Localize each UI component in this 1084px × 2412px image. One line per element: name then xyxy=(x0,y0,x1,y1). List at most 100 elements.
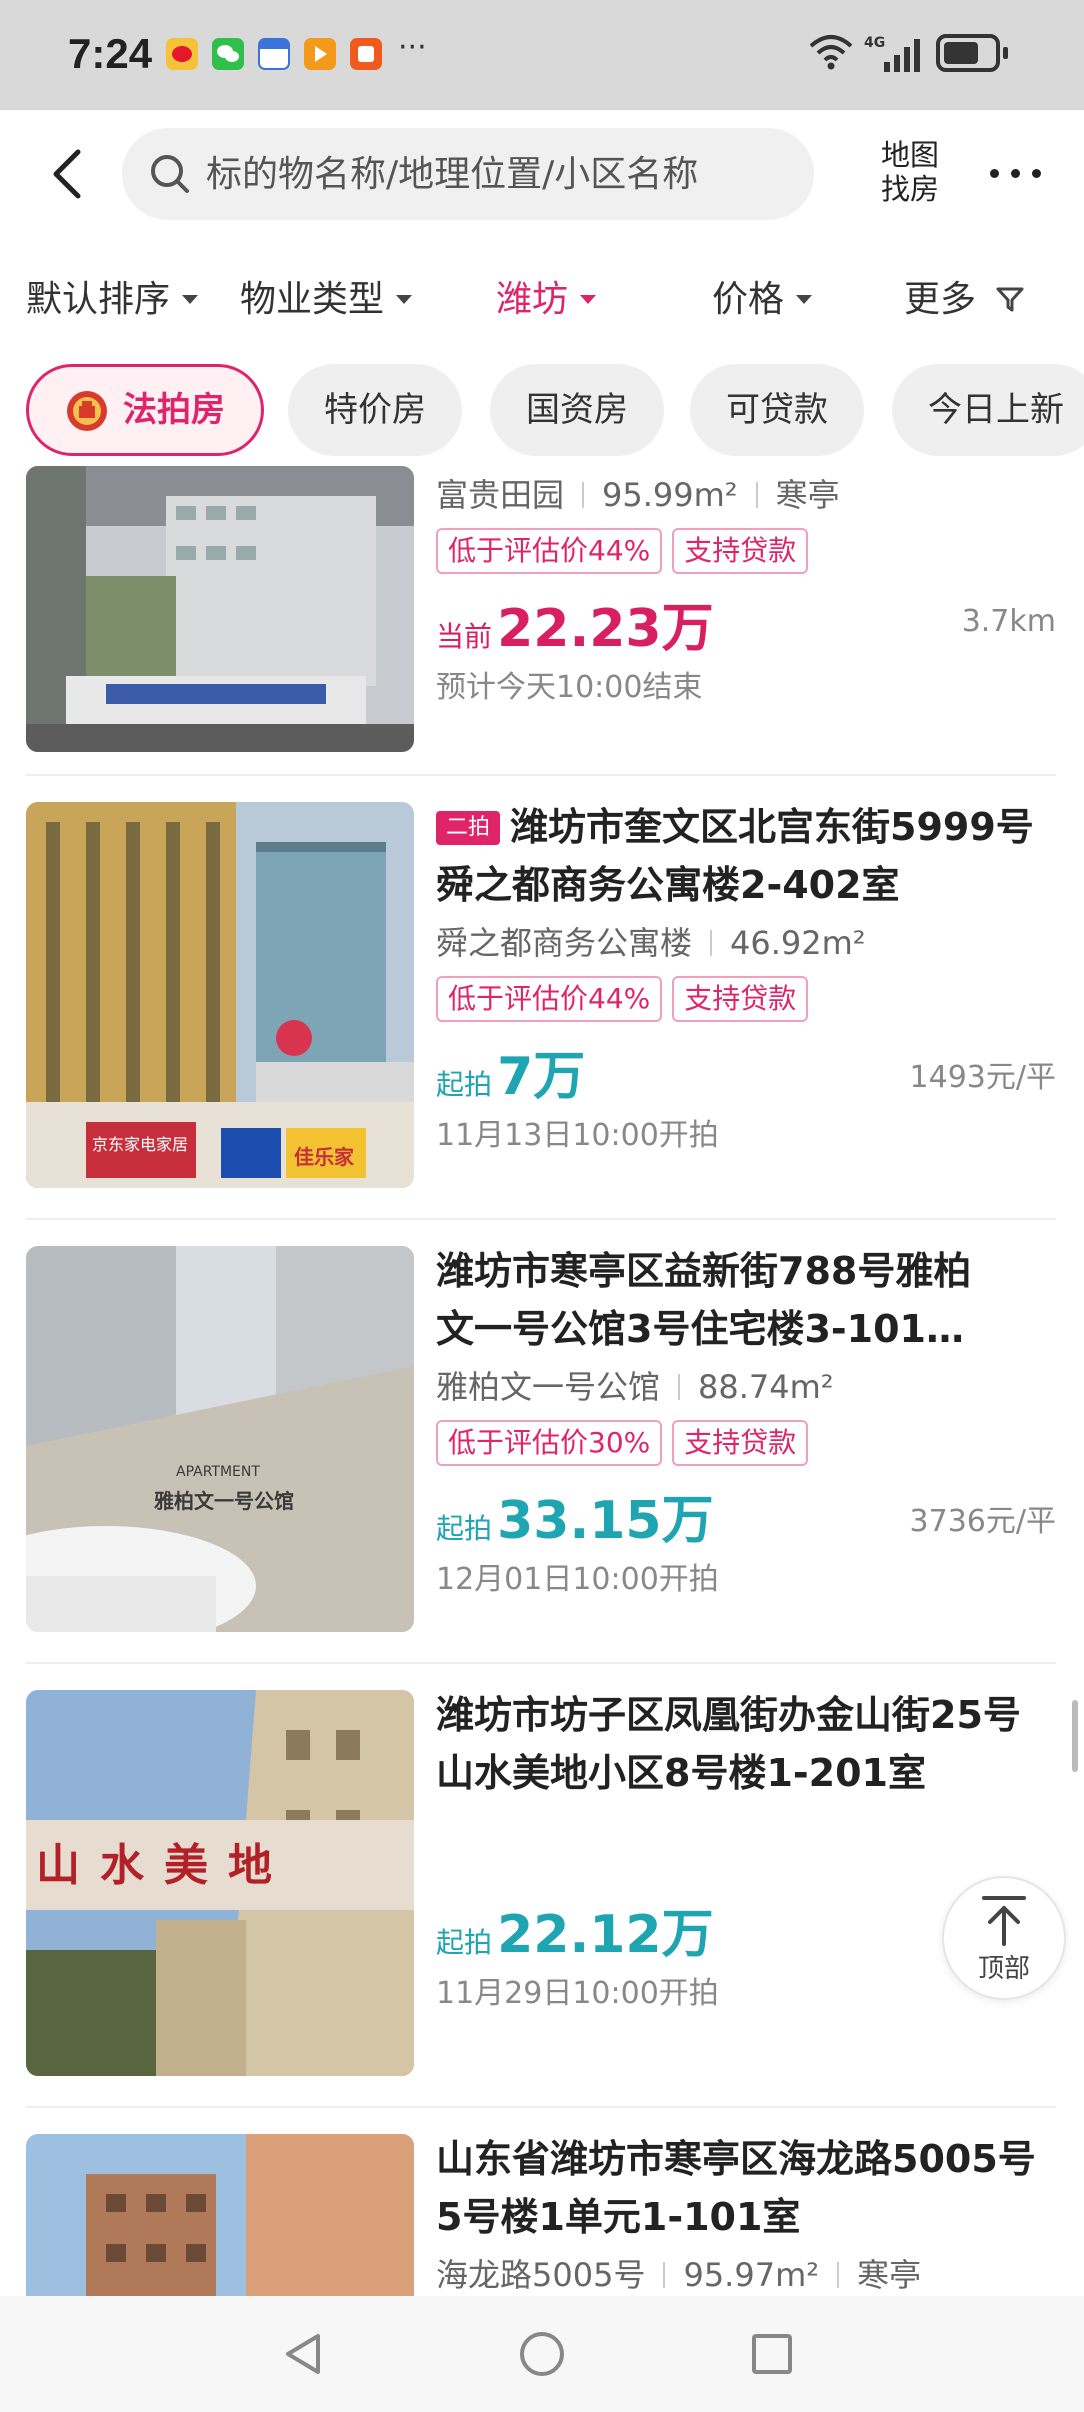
listing-title-text: 潍坊市奎文区北宫东街5999号舜之都商务公寓楼2-402室 xyxy=(436,805,1034,907)
listing-photo: 山水美地 xyxy=(26,1690,414,2076)
community-name: 海龙路5005号 xyxy=(436,2256,646,2294)
search-input[interactable] xyxy=(206,128,796,220)
caret-down-icon xyxy=(182,294,199,304)
funnel-icon xyxy=(996,287,1024,312)
community-name: 富贵田园 xyxy=(436,476,565,514)
more-notifications-icon: ··· xyxy=(398,30,427,65)
filter-price[interactable]: 价格 xyxy=(712,270,813,322)
floor-area: 46.92m² xyxy=(730,924,866,962)
map-label-line2: 找房 xyxy=(880,172,939,206)
filter-city[interactable]: 潍坊 xyxy=(496,270,597,322)
floor-area: 95.97m² xyxy=(683,2256,820,2294)
chip-new-today[interactable]: 今日上新 xyxy=(892,364,1084,456)
district: 寒亭 xyxy=(775,476,840,514)
divider xyxy=(663,2262,666,2288)
back-arrow-icon[interactable] xyxy=(40,144,100,204)
storefront-sign: 佳乐家 xyxy=(294,1145,355,1169)
listing-item[interactable]: 山东省潍坊市寒亭区海龙路5005号5号楼1单元1-101室 海龙路5005号 95… xyxy=(0,2134,1084,2296)
price-label: 起拍 xyxy=(436,1512,493,1545)
unit-price: 3736元/平 xyxy=(909,1504,1056,1539)
listing-title-line: 潍坊市寒亭区益新街788号雅柏 xyxy=(436,1249,972,1293)
divider xyxy=(26,2106,1056,2108)
caret-down-icon xyxy=(580,294,597,304)
distance: 3.7km xyxy=(961,604,1056,639)
price-row: 起拍 33.15万 3736元/平 xyxy=(436,1478,1056,1551)
wechat-icon xyxy=(212,38,244,70)
more-options-icon[interactable] xyxy=(988,158,1044,188)
price-value: 22.23万 xyxy=(497,599,714,659)
auction-time: 12月01日10:00开拍 xyxy=(436,1562,719,1597)
search-icon xyxy=(151,155,189,193)
price-value: 22.12万 xyxy=(497,1905,714,1965)
search-bar[interactable] xyxy=(122,128,814,220)
chip-label: 今日上新 xyxy=(928,390,1064,430)
filter-bar: 默认排序 物业类型 潍坊 价格 更多 xyxy=(0,240,1084,350)
chip-label: 法拍房 xyxy=(123,390,225,430)
auction-time: 预计今天10:00结束 xyxy=(436,670,703,705)
nav-recent-apps-icon[interactable] xyxy=(752,2334,792,2374)
back-to-top-label: 顶部 xyxy=(977,1954,1030,1984)
chip-label: 国资房 xyxy=(526,390,628,430)
listing-item[interactable]: 山水美地 潍坊市坊子区凤凰街办金山街25号山水美地小区8号楼1-201室 起拍 … xyxy=(0,1690,1084,2110)
loan-tag: 支持贷款 xyxy=(672,528,809,574)
caret-down-icon xyxy=(396,294,413,304)
price-label: 起拍 xyxy=(436,1068,493,1101)
system-nav-bar xyxy=(0,2296,1084,2412)
discount-tag: 低于评估价44% xyxy=(436,976,663,1022)
community-name: 舜之都商务公寓楼 xyxy=(436,924,693,962)
filter-more[interactable]: 更多 xyxy=(904,270,1025,322)
status-bar: 7:24 ··· 4G xyxy=(0,0,1084,110)
chip-label: 可贷款 xyxy=(726,390,828,430)
signal-icon xyxy=(884,39,920,72)
filter-price-label: 价格 xyxy=(712,279,785,320)
divider xyxy=(582,482,585,508)
floor-area: 95.99m² xyxy=(602,476,738,514)
nav-back-icon[interactable] xyxy=(282,2332,326,2376)
filter-sort[interactable]: 默认排序 xyxy=(26,270,199,322)
map-label-line1: 地图 xyxy=(880,138,939,172)
building-sign-en: APARTMENT xyxy=(176,1464,260,1480)
chip-label: 特价房 xyxy=(324,390,426,430)
listing-item[interactable]: 京东家电家居 佳乐家 二拍 潍坊市奎文区北宫东街5999号舜之都商务公寓楼2-40… xyxy=(0,802,1084,1222)
listing-photo xyxy=(26,2134,414,2296)
filter-property-type[interactable]: 物业类型 xyxy=(240,270,413,322)
divider xyxy=(710,930,713,956)
calendar-icon xyxy=(258,38,290,70)
floor-area: 88.74m² xyxy=(698,1368,834,1406)
divider xyxy=(26,1662,1056,1664)
chip-state-owned[interactable]: 国资房 xyxy=(490,364,664,456)
storefront-sign: 京东家电家居 xyxy=(92,1135,188,1154)
building-sign-cn: 雅柏文一号公馆 xyxy=(154,1489,294,1513)
filter-more-label: 更多 xyxy=(904,279,977,320)
nav-home-icon[interactable] xyxy=(520,2332,564,2376)
chip-special-price[interactable]: 特价房 xyxy=(288,364,462,456)
listing-photo: APARTMENT 雅柏文一号公馆 xyxy=(26,1246,414,1632)
listing-list: 富贵田园 95.99m² 寒亭 低于评估价44% 支持贷款 当前 22.23万 3.7… xyxy=(0,466,1084,2296)
back-to-top-button[interactable]: 顶部 xyxy=(942,1876,1066,2000)
divider xyxy=(837,2262,840,2288)
price-label: 当前 xyxy=(436,620,493,653)
filter-sort-label: 默认排序 xyxy=(26,279,171,320)
listing-item[interactable]: APARTMENT 雅柏文一号公馆 潍坊市寒亭区益新街788号雅柏 文一号公馆3号… xyxy=(0,1246,1084,1666)
listing-title: 潍坊市坊子区凤凰街办金山街25号山水美地小区8号楼1-201室 xyxy=(436,1693,1021,1795)
chip-loan-available[interactable]: 可贷款 xyxy=(690,364,864,456)
listing-photo xyxy=(26,466,414,752)
discount-tag: 低于评估价30% xyxy=(436,1420,663,1466)
price-label: 起拍 xyxy=(436,1926,493,1959)
top-header: 地图 找房 xyxy=(0,110,1084,240)
price-row: 当前 22.23万 3.7km xyxy=(436,586,1056,659)
scrollbar[interactable] xyxy=(1072,1700,1078,1772)
map-search-button[interactable]: 地图 找房 xyxy=(870,138,950,206)
listing-title: 山东省潍坊市寒亭区海龙路5005号5号楼1单元1-101室 xyxy=(436,2137,1036,2239)
price-row: 起拍 7万 1493元/平 xyxy=(436,1034,1056,1107)
chip-court-auction[interactable]: 法拍房 xyxy=(26,364,264,456)
listing-title-line: 文一号公馆3号住宅楼3-101… xyxy=(436,1307,964,1351)
listing-item[interactable]: 富贵田园 95.99m² 寒亭 低于评估价44% 支持贷款 当前 22.23万 3.7… xyxy=(0,466,1084,846)
second-auction-badge: 二拍 xyxy=(436,811,501,845)
video-app-icon xyxy=(304,38,336,70)
divider xyxy=(26,1218,1056,1220)
price-value: 33.15万 xyxy=(497,1491,714,1551)
court-emblem-icon xyxy=(67,391,107,431)
price-value: 7万 xyxy=(497,1047,586,1107)
listing-photo: 京东家电家居 佳乐家 xyxy=(26,802,414,1188)
